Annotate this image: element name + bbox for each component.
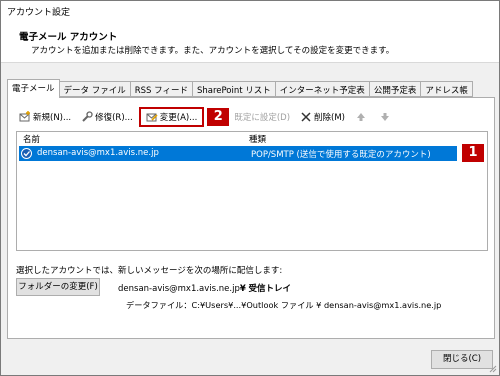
callout-step-1: 1 [462, 144, 484, 162]
change-folder-button[interactable]: フォルダーの変更(F) [16, 278, 100, 296]
tab-address-books[interactable]: アドレス帳 [421, 81, 473, 97]
new-button-label: 新規(N)... [33, 113, 72, 123]
delivery-account: densan-avis@mx1.avis.ne.jp [118, 284, 240, 294]
change-button[interactable]: 変更(A)... [138, 107, 205, 127]
account-type: POP/SMTP (送信で使用する既定のアカウント) [251, 150, 431, 160]
account-toolbar: 新規(N)... 修復(R)... 変更(A)... 2 既定に設定(D) 削除… [16, 107, 400, 127]
close-button[interactable]: 閉じる(C) [431, 350, 493, 369]
arrow-down-icon [379, 111, 391, 123]
set-default-button-label: 既定に設定(D) [234, 113, 291, 123]
header-description: アカウントを追加または削除できます。また、アカウントを選択してその設定を変更でき… [31, 46, 395, 56]
column-header-type[interactable]: 種類 [249, 133, 266, 145]
account-settings-dialog: アカウント設定 電子メール アカウント アカウントを追加または削除できます。また… [0, 0, 500, 376]
new-button[interactable]: 新規(N)... [16, 108, 74, 126]
account-name: densan-avis@mx1.avis.ne.jp [37, 148, 159, 158]
delete-button-label: 削除(M) [314, 113, 345, 123]
change-button-label: 変更(A)... [159, 113, 198, 123]
tab-strip: 電子メール データ ファイル RSS フィード SharePoint リスト イ… [7, 79, 473, 98]
repair-icon [81, 111, 93, 123]
repair-button[interactable]: 修復(R)... [78, 108, 136, 126]
list-header: 名前 種類 [17, 132, 487, 145]
tab-data-files[interactable]: データ ファイル [59, 81, 131, 97]
delete-x-icon [300, 111, 312, 123]
tab-email[interactable]: 電子メール [7, 79, 60, 98]
tab-published-calendars[interactable]: 公開予定表 [369, 81, 422, 97]
dialog-header: 電子メール アカウント アカウントを追加または削除できます。また、アカウントを選… [1, 23, 499, 63]
tab-sharepoint-lists[interactable]: SharePoint リスト [192, 81, 276, 97]
callout-step-2: 2 [207, 108, 230, 126]
change-account-icon [146, 111, 158, 123]
account-row[interactable]: densan-avis@mx1.avis.ne.jp POP/SMTP (送信で… [19, 146, 457, 161]
new-account-icon [19, 111, 31, 123]
header-title: 電子メール アカウント [19, 32, 118, 43]
delivery-location: densan-avis@mx1.avis.ne.jp¥ 受信トレイ [118, 282, 291, 294]
path-separator: ¥ [239, 284, 246, 294]
column-header-name[interactable]: 名前 [23, 133, 40, 145]
default-account-check-icon [21, 148, 32, 159]
move-up-button[interactable] [352, 108, 372, 126]
data-file-path: データファイル：C:¥Users¥...¥Outlook ファイル ¥ dens… [126, 300, 442, 310]
delivery-note: 選択したアカウントでは、新しいメッセージを次の場所に配信します: [16, 266, 283, 276]
delivery-folder: 受信トレイ [248, 284, 292, 294]
resize-grip-icon[interactable] [489, 365, 497, 373]
title-bar: アカウント設定 [1, 1, 499, 23]
move-down-button[interactable] [376, 108, 396, 126]
arrow-up-icon [355, 111, 367, 123]
delete-button[interactable]: 削除(M) [297, 108, 348, 126]
account-list: 名前 種類 densan-avis@mx1.avis.ne.jp POP/SMT… [16, 131, 488, 251]
email-tab-panel: 新規(N)... 修復(R)... 変更(A)... 2 既定に設定(D) 削除… [7, 97, 495, 339]
tab-rss-feeds[interactable]: RSS フィード [130, 81, 193, 97]
tab-internet-calendars[interactable]: インターネット予定表 [275, 81, 370, 97]
set-default-button[interactable]: 既定に設定(D) [231, 108, 293, 126]
window-title: アカウント設定 [7, 8, 71, 18]
repair-button-label: 修復(R)... [95, 113, 133, 123]
